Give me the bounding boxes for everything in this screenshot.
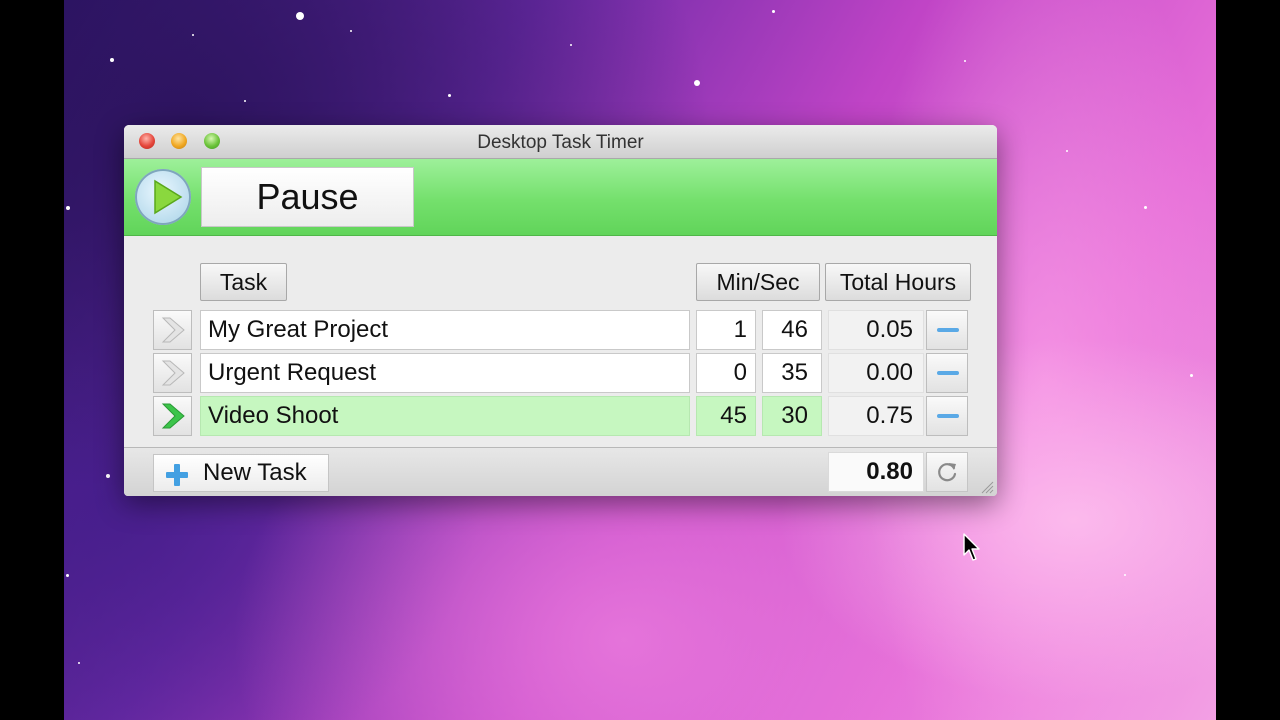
plus-icon	[166, 464, 188, 486]
start-task-button[interactable]	[153, 310, 192, 350]
reset-button[interactable]	[926, 452, 968, 492]
footer-bar: New Task 0.80	[124, 447, 997, 496]
task-hours-value: 0.05	[828, 310, 924, 350]
star	[66, 574, 69, 577]
total-hours-value: 0.80	[828, 452, 924, 492]
task-seconds-field[interactable]: 46	[762, 310, 822, 350]
resize-grip-icon[interactable]	[980, 480, 994, 494]
new-task-button[interactable]: New Task	[153, 454, 329, 492]
remove-task-button[interactable]	[926, 310, 968, 350]
refresh-icon	[938, 463, 957, 482]
star	[1190, 374, 1193, 377]
chevron-right-icon	[161, 403, 185, 429]
window-title: Desktop Task Timer	[477, 132, 644, 153]
timer-toolbar: Pause	[124, 159, 997, 236]
play-button[interactable]	[135, 169, 191, 225]
star	[1144, 206, 1147, 209]
task-seconds-field[interactable]: 30	[762, 396, 822, 436]
task-hours-value: 0.00	[828, 353, 924, 393]
remove-task-button[interactable]	[926, 353, 968, 393]
task-seconds-field[interactable]: 35	[762, 353, 822, 393]
star	[78, 662, 80, 664]
star	[1066, 150, 1068, 152]
star	[772, 10, 775, 13]
task-row-active: Video Shoot 45 30 0.75	[124, 396, 997, 436]
task-hours-value: 0.75	[828, 396, 924, 436]
pause-button[interactable]: Pause	[201, 167, 414, 227]
star	[296, 12, 304, 20]
star	[244, 100, 246, 102]
task-timer-window: Desktop Task Timer Pause Task Min/Sec To…	[124, 125, 997, 496]
star	[448, 94, 451, 97]
task-row: My Great Project 1 46 0.05	[124, 310, 997, 350]
task-row: Urgent Request 0 35 0.00	[124, 353, 997, 393]
star	[110, 58, 114, 62]
column-header-min-sec[interactable]: Min/Sec	[696, 263, 820, 301]
star	[350, 30, 352, 32]
remove-task-button[interactable]	[926, 396, 968, 436]
task-minutes-field[interactable]: 0	[696, 353, 756, 393]
task-minutes-field[interactable]: 1	[696, 310, 756, 350]
task-list: Task Min/Sec Total Hours My Great Projec…	[124, 236, 997, 446]
start-task-button[interactable]	[153, 353, 192, 393]
task-minutes-field[interactable]: 45	[696, 396, 756, 436]
new-task-label: New Task	[203, 459, 307, 486]
star	[66, 206, 70, 210]
play-icon	[154, 179, 183, 215]
star	[694, 80, 700, 86]
star	[106, 474, 110, 478]
mouse-cursor	[963, 533, 980, 561]
star	[192, 34, 194, 36]
minus-icon	[937, 414, 959, 418]
start-task-button[interactable]	[153, 396, 192, 436]
column-header-total-hours[interactable]: Total Hours	[825, 263, 971, 301]
title-bar[interactable]: Desktop Task Timer	[124, 125, 997, 159]
star	[1124, 574, 1126, 576]
column-header-task[interactable]: Task	[200, 263, 287, 301]
task-name-field[interactable]: My Great Project	[200, 310, 690, 350]
chevron-right-icon	[161, 360, 185, 386]
star	[964, 60, 966, 62]
task-name-field[interactable]: Video Shoot	[200, 396, 690, 436]
minus-icon	[937, 371, 959, 375]
minus-icon	[937, 328, 959, 332]
chevron-right-icon	[161, 317, 185, 343]
star	[570, 44, 572, 46]
task-name-field[interactable]: Urgent Request	[200, 353, 690, 393]
